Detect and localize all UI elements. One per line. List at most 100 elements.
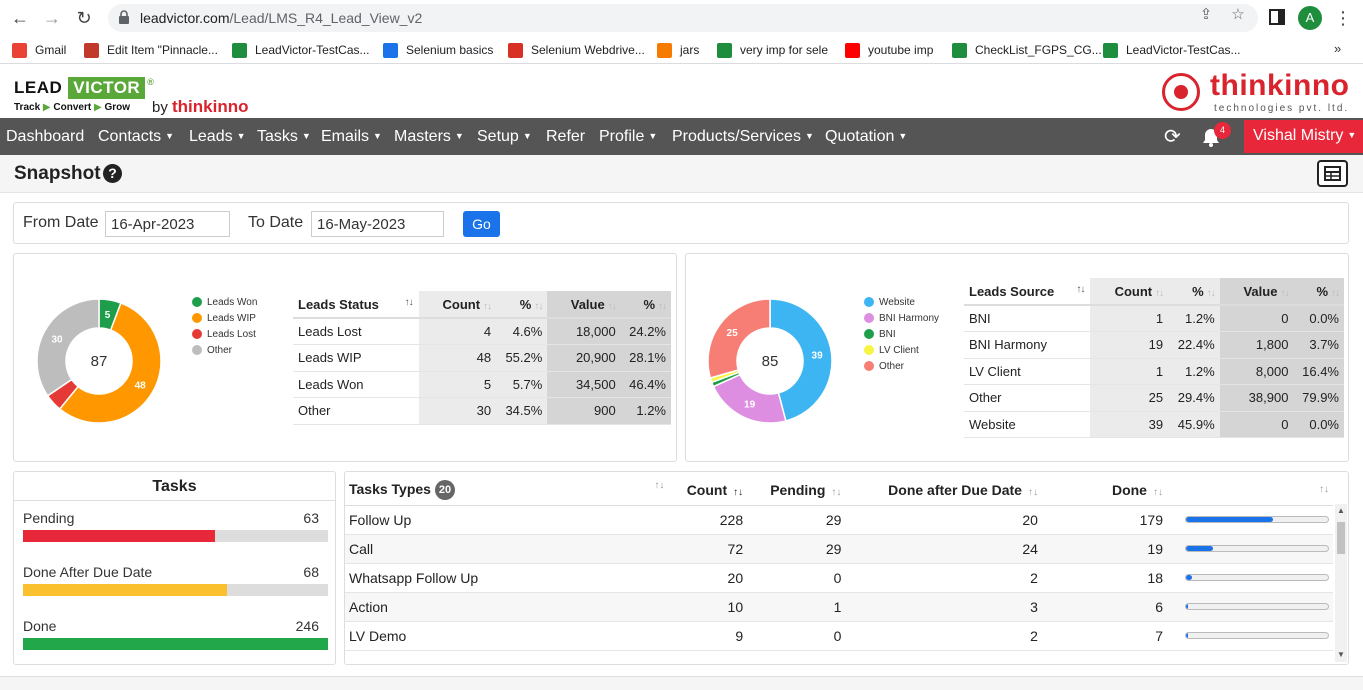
column-header[interactable]: Leads Source ↑↓ [964,278,1091,306]
nav-item-refer[interactable]: Refer [546,128,585,146]
address-bar[interactable]: leadvictor.com/Lead/LMS_R4_Lead_View_v2 [108,4,1258,32]
lead-status-legend: Leads Won Leads WIP Leads Lost Other [192,294,257,358]
bookmark-item[interactable]: Selenium basics [383,41,493,59]
bookmark-item[interactable]: CheckList_FGPS_CG... [952,41,1102,59]
from-date-label: From Date [23,214,99,231]
table-row[interactable]: LV Client 1 1.2% 8,000 16.4% [964,358,1344,385]
column-header[interactable]: Pending ↑↓ [747,475,846,506]
reload-icon[interactable]: ↻ [74,8,94,28]
help-icon[interactable]: ? [103,164,122,183]
legend-item[interactable]: Leads WIP [192,310,257,326]
scroll-down-icon[interactable]: ▼ [1337,650,1345,659]
legend-item[interactable]: BNI Harmony [864,310,939,326]
user-menu-button[interactable]: Vishal Mistry ▼ [1244,120,1363,153]
bookmark-item[interactable]: LeadVictor-TestCas... [1103,41,1241,59]
column-header-label: % [1192,283,1204,299]
legend-item[interactable]: Other [192,342,257,358]
table-cell: 72 [668,534,748,564]
column-header[interactable]: Count ↑↓ [418,291,497,319]
column-header[interactable]: % ↑↓ [1293,278,1344,306]
column-header[interactable]: % ↑↓ [496,291,548,319]
table-row[interactable]: Other 30 34.5% 900 1.2% [293,397,671,425]
legend-item[interactable]: LV Client [864,342,939,358]
table-row[interactable]: Leads Lost 4 4.6% 18,000 24.2% [293,318,671,345]
refresh-icon[interactable]: ⟳ [1164,126,1186,148]
logo-tagline: Track ▶ Convert ▶ Grow [14,102,131,113]
table-row[interactable]: Other 25 29.4% 38,900 79.9% [964,384,1344,412]
nav-item-tasks[interactable]: Tasks ▼ [257,128,311,146]
column-header[interactable]: Done after Due Date ↑↓ [845,475,1042,506]
table-cell: 3 [845,592,1042,622]
task-summary-bar [23,638,328,650]
column-header[interactable]: Done ↑↓ [1041,475,1167,506]
go-button[interactable]: Go [463,211,500,237]
star-icon[interactable]: ☆ [1230,7,1246,23]
from-date-input[interactable]: 16-Apr-2023 [105,211,230,237]
column-header-label: % [1316,283,1328,299]
nav-item-profile[interactable]: Profile ▼ [599,128,657,146]
bookmark-item[interactable]: jars [657,41,699,59]
bookmark-item[interactable]: Gmail [12,41,66,59]
legend-item[interactable]: Website [864,294,939,310]
nav-item-products-services[interactable]: Products/Services ▼ [672,128,814,146]
side-panel-icon[interactable] [1268,8,1286,26]
column-header[interactable]: Value ↑↓ [547,291,621,319]
table-row[interactable]: Action 10 1 3 6 [345,592,1333,622]
column-header-task-type[interactable]: Tasks Types 20 ↑↓ [345,475,669,506]
bookmark-item[interactable]: Selenium Webdrive... [508,41,645,59]
column-header[interactable]: Count ↑↓ [668,475,748,506]
table-row[interactable]: LV Demo 9 0 2 7 [345,621,1333,651]
nav-item-masters[interactable]: Masters ▼ [394,128,464,146]
column-header[interactable]: Count ↑↓ [1090,278,1169,306]
lead-status-slice[interactable] [36,298,100,397]
table-row[interactable]: Call 72 29 24 19 [345,534,1333,564]
legend-item[interactable]: Other [864,358,939,374]
task-types-scrollbar[interactable]: ▲ ▼ [1335,504,1347,662]
scroll-thumb[interactable] [1337,522,1345,554]
bookmark-item[interactable]: LeadVictor-TestCas... [232,41,370,59]
scroll-up-icon[interactable]: ▲ [1337,506,1345,515]
menu-kebab-icon[interactable]: ⋮ [1334,6,1352,30]
sort-icon: ↑↓ [658,300,667,312]
leadvictor-logo[interactable]: LEAD VICTOR ® Track ▶ Convert ▶ Grow [14,77,154,113]
legend-item[interactable]: Leads Won [192,294,257,310]
column-header[interactable]: Leads Status ↑↓ [293,291,419,319]
column-header-progress[interactable]: ↑↓ [1167,475,1333,506]
nav-item-quotation[interactable]: Quotation ▼ [825,128,907,146]
bookmark-item[interactable]: very imp for sele [717,41,828,59]
share-icon[interactable]: ⇪ [1198,7,1214,23]
nav-item-setup[interactable]: Setup ▼ [477,128,532,146]
nav-item-label: Masters [394,128,451,145]
caret-down-icon: ▼ [301,131,311,141]
nav-item-leads[interactable]: Leads ▼ [189,128,246,146]
back-icon[interactable]: ← [10,8,30,28]
bookmark-label: Selenium Webdrive... [531,43,645,57]
table-row[interactable]: Follow Up 228 29 20 179 [345,505,1333,535]
table-view-button[interactable] [1317,160,1348,187]
nav-item-contacts[interactable]: Contacts ▼ [98,128,174,146]
more-bookmarks-icon[interactable]: » [1334,41,1341,56]
bookmark-item[interactable]: youtube imp [845,41,933,59]
table-row[interactable]: BNI Harmony 19 22.4% 1,800 3.7% [964,331,1344,359]
table-cell: LV Demo [345,621,669,651]
bookmark-item[interactable]: Edit Item "Pinnacle... [84,41,218,59]
table-row[interactable]: Leads WIP 48 55.2% 20,900 28.1% [293,344,671,372]
column-header[interactable]: % ↑↓ [620,291,671,319]
table-row[interactable]: Website 39 45.9% 0 0.0% [964,411,1344,438]
column-header[interactable]: Value ↑↓ [1219,278,1294,306]
legend-item[interactable]: BNI [864,326,939,342]
table-cell: 0 [747,621,846,651]
table-row[interactable]: Leads Won 5 5.7% 34,500 46.4% [293,371,671,398]
table-row[interactable]: BNI 1 1.2% 0 0.0% [964,305,1344,332]
nav-item-emails[interactable]: Emails ▼ [321,128,382,146]
table-row[interactable]: Whatsapp Follow Up 20 0 2 18 [345,563,1333,593]
nav-item-dashboard[interactable]: Dashboard [6,128,84,146]
profile-avatar[interactable]: A [1298,6,1322,30]
table-icon [1324,166,1341,181]
table-cell: 2 [845,621,1042,651]
forward-icon[interactable]: → [42,8,62,28]
legend-item[interactable]: Leads Lost [192,326,257,342]
to-date-input[interactable]: 16-May-2023 [311,211,444,237]
column-header[interactable]: % ↑↓ [1168,278,1220,306]
column-header-label: Count [1114,283,1153,299]
